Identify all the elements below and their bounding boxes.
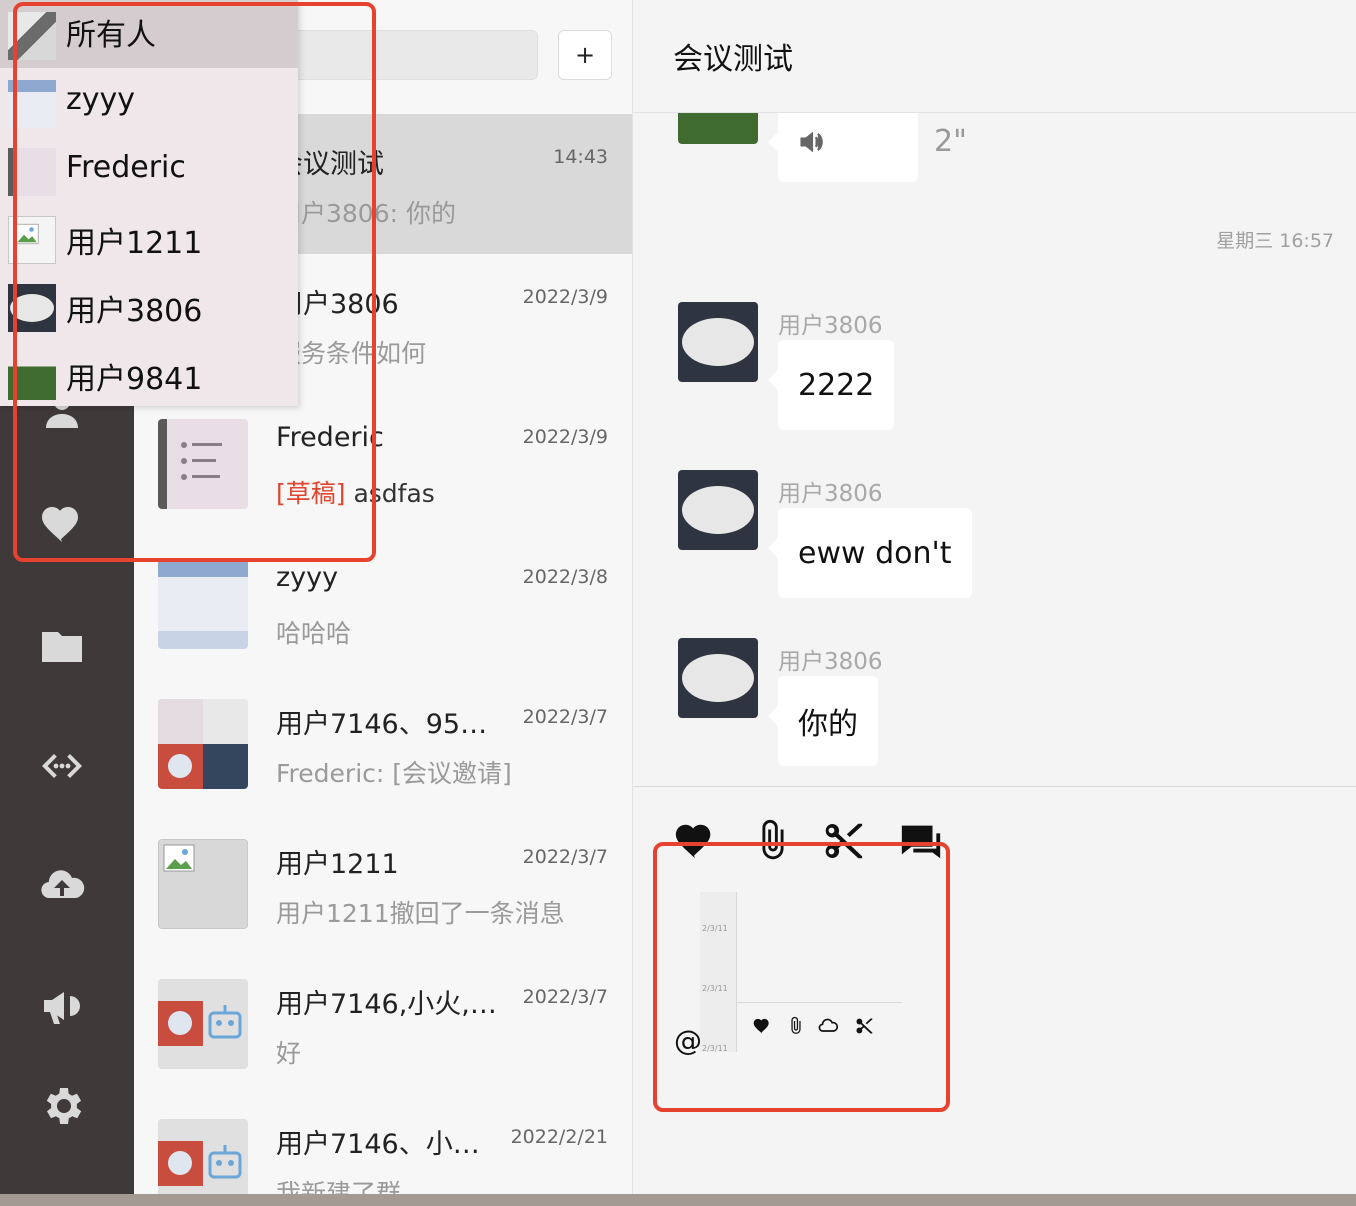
conversation-title: 用户7146、小… — [276, 1129, 480, 1160]
conversation-time: 2022/3/9 — [522, 286, 608, 308]
speaker-icon — [800, 131, 823, 153]
conversation-time: 14:43 — [553, 146, 608, 168]
conversation-title: zyyy — [276, 562, 339, 593]
cloud-upload-icon[interactable] — [36, 860, 88, 912]
broken-image-icon — [158, 839, 248, 929]
conversation-title: 用户7146,小火,… — [276, 989, 497, 1020]
message-bubble[interactable]: 你的 — [768, 676, 878, 766]
chat-app-window: + 会议测试 14:43 用户3806: 你的 用户3806 2022/3/9 … — [0, 0, 1356, 1194]
conversation-preview: 好 — [276, 1039, 302, 1068]
add-conversation-button[interactable]: + — [558, 30, 612, 80]
message-timestamp: 星期三 16:57 — [1216, 230, 1334, 252]
conversation-time: 2022/3/8 — [522, 566, 608, 588]
conversation-preview: 我新建了群 — [276, 1179, 402, 1194]
conversation-title: 用户7146、95… — [276, 709, 488, 740]
conversation-title: 用户1211 — [276, 849, 399, 880]
conversation-preview: Frederic: [会议邀请] — [276, 759, 512, 788]
folder-icon[interactable] — [36, 620, 88, 672]
conversation-time: 2022/3/7 — [522, 846, 608, 868]
desktop-edge — [0, 1194, 1356, 1206]
conversation-time: 2022/2/21 — [510, 1126, 608, 1148]
highlight-box-composer — [653, 842, 950, 1112]
message-sender: 用户3806 — [778, 313, 883, 339]
message-bubble[interactable]: 2222 — [767, 340, 895, 430]
conversation-item-group-7146-small[interactable]: 用户7146、小… 2022/2/21 我新建了群 — [134, 1094, 632, 1194]
voice-message-bubble[interactable] — [768, 102, 918, 182]
code-share-icon[interactable] — [36, 740, 88, 792]
conversation-item-group-7146-95[interactable]: 用户7146、95… 2022/3/7 Frederic: [会议邀请] — [134, 674, 632, 814]
message-sender: 用户3806 — [778, 481, 883, 507]
conversation-preview: 用户1211撤回了一条消息 — [276, 899, 565, 928]
avatar — [158, 559, 248, 649]
group-avatar — [158, 1119, 248, 1194]
conversation-time: 2022/3/7 — [522, 986, 608, 1008]
avatar — [678, 302, 758, 382]
announcement-megaphone-icon[interactable] — [36, 980, 88, 1032]
voice-duration: 2" — [934, 124, 967, 159]
avatar — [678, 638, 758, 718]
group-avatar — [158, 699, 248, 789]
highlight-box-dropdown — [13, 2, 376, 562]
avatar — [678, 470, 758, 550]
chat-title: 会议测试 — [673, 42, 793, 77]
conversation-time: 2022/3/7 — [522, 706, 608, 728]
message-bubble[interactable]: eww don't — [768, 508, 972, 598]
settings-gear-icon[interactable] — [36, 1080, 88, 1132]
group-avatar — [158, 979, 248, 1069]
message-sender: 用户3806 — [778, 649, 883, 675]
chat-header: 会议测试 — [633, 0, 1356, 113]
conversation-item-user1211[interactable]: 用户1211 2022/3/7 用户1211撤回了一条消息 — [134, 814, 632, 954]
conversation-preview: 哈哈哈 — [276, 619, 352, 648]
composer-divider — [633, 786, 1356, 787]
conversation-item-group-7146-fire[interactable]: 用户7146,小火,… 2022/3/7 好 — [134, 954, 632, 1094]
conversation-time: 2022/3/9 — [522, 426, 608, 448]
